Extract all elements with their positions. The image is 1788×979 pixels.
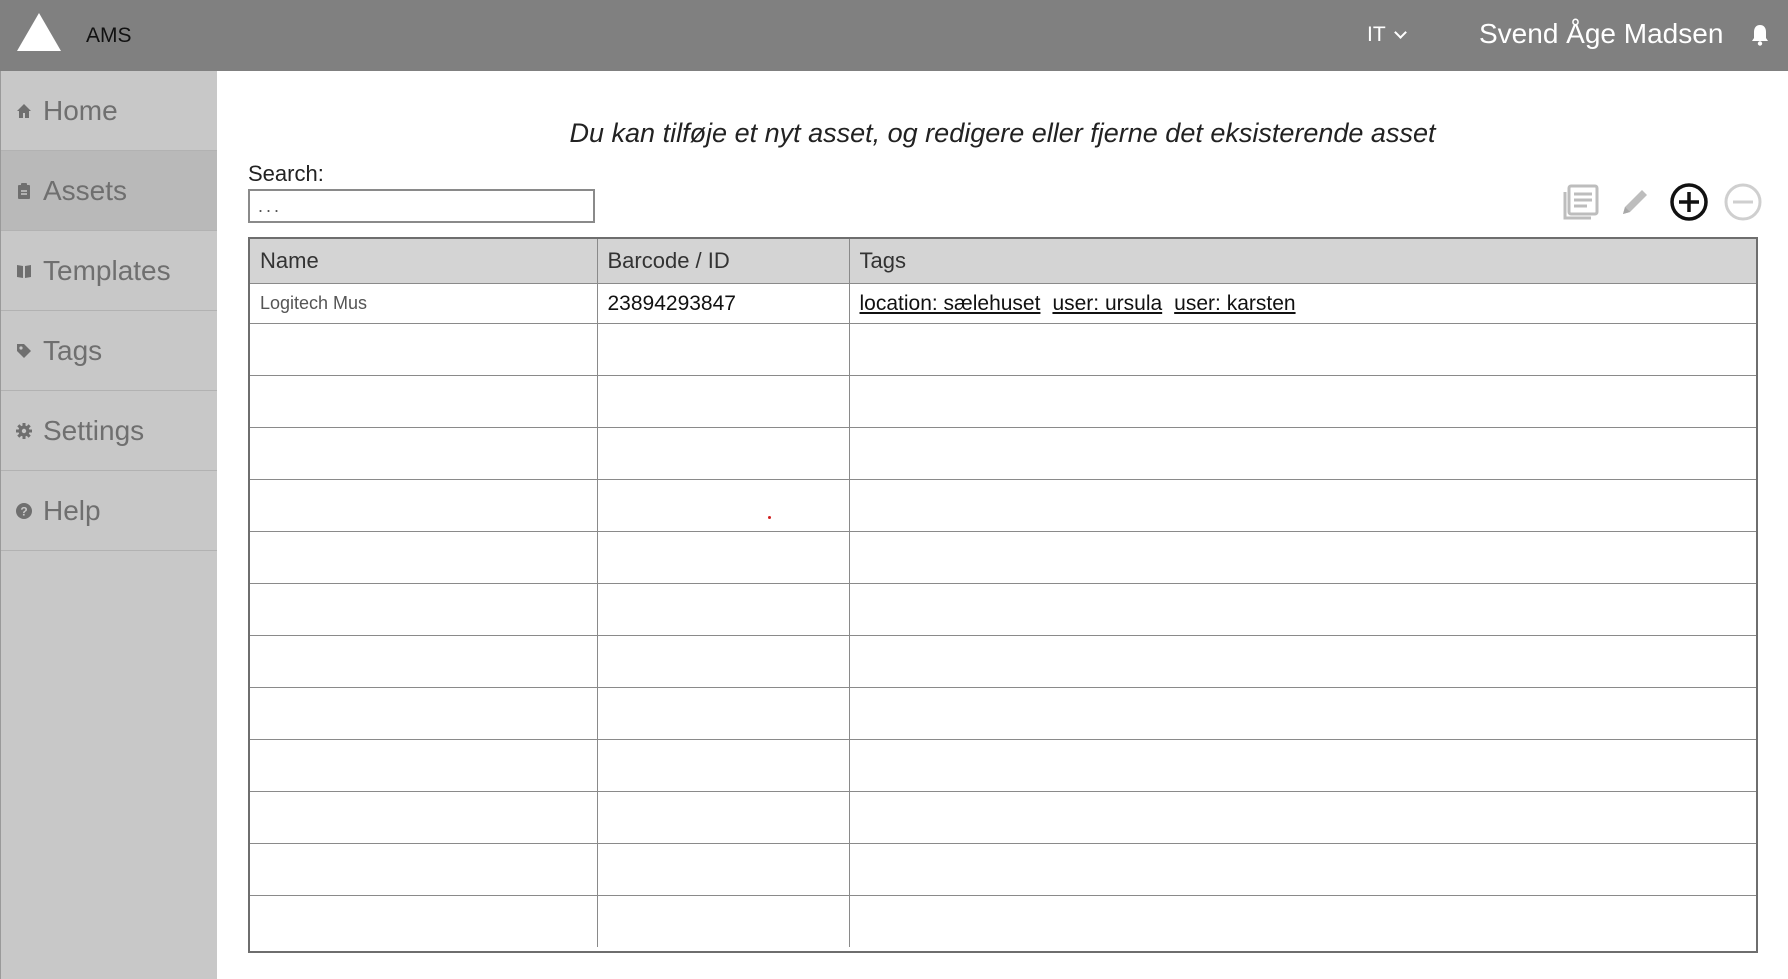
- table-row-empty: [250, 583, 1756, 636]
- table-cell: [250, 843, 598, 896]
- table-cell: [250, 895, 598, 947]
- tag-link[interactable]: location: sælehuset: [860, 292, 1041, 315]
- table-cell: [597, 427, 850, 480]
- assets-table: Name Barcode / ID Tags Logitech Mus 23894…: [248, 237, 1758, 953]
- sidebar-item-label: Home: [43, 94, 118, 126]
- remove-icon[interactable]: [1722, 181, 1764, 223]
- table-cell: [597, 635, 850, 688]
- sidebar-item-assets[interactable]: Assets: [1, 151, 217, 231]
- gear-icon: [15, 422, 33, 440]
- table-cell: [849, 739, 1756, 792]
- add-icon[interactable]: [1668, 181, 1710, 223]
- edit-icon[interactable]: [1614, 181, 1656, 223]
- table-cell: [250, 323, 598, 376]
- table-cell: [849, 635, 1756, 688]
- table-row-empty: [250, 479, 1756, 532]
- sidebar-item-label: Assets: [43, 174, 128, 206]
- toolbar: [1560, 181, 1764, 223]
- table-cell: [597, 687, 850, 740]
- table-row-empty: [250, 791, 1756, 844]
- table-cell: [849, 791, 1756, 844]
- table-cell: [597, 895, 850, 947]
- table-cell: [250, 583, 598, 636]
- table-cell: [849, 375, 1756, 428]
- sidebar-item-label: Templates: [43, 254, 171, 286]
- table-cell: [849, 323, 1756, 376]
- sidebar-item-help[interactable]: ? Help: [1, 471, 217, 551]
- top-bar: AMS IT Svend Åge Madsen: [0, 0, 1788, 71]
- table-row-empty: [250, 635, 1756, 688]
- table-row-empty: [250, 427, 1756, 480]
- table-cell: [597, 791, 850, 844]
- sidebar-item-tags[interactable]: Tags: [1, 311, 217, 391]
- table-cell: [849, 583, 1756, 636]
- department-label: IT: [1367, 23, 1386, 46]
- home-icon: [15, 102, 33, 120]
- sidebar-item-home[interactable]: Home: [1, 71, 217, 151]
- list-icon[interactable]: [1560, 181, 1602, 223]
- table-cell: [597, 843, 850, 896]
- table-cell: [597, 375, 850, 428]
- search-input[interactable]: [248, 189, 595, 223]
- table-cell: [250, 739, 598, 792]
- table-cell: [250, 479, 598, 532]
- svg-text:?: ?: [20, 504, 27, 518]
- column-header-tags[interactable]: Tags: [849, 239, 1756, 284]
- table-row-empty: [250, 895, 1756, 948]
- asset-tags: location: sælehuset user: ursula user: kar…: [849, 283, 1756, 324]
- sidebar-item-templates[interactable]: Templates: [1, 231, 217, 311]
- department-dropdown[interactable]: IT: [1367, 23, 1407, 47]
- table-cell: [597, 323, 850, 376]
- page-subtitle: Du kan tilføje et nyt asset, og redigere…: [569, 118, 1436, 148]
- cursor-dot: [768, 516, 771, 519]
- column-header-barcode[interactable]: Barcode / ID: [597, 239, 850, 284]
- column-header-name[interactable]: Name: [250, 239, 598, 284]
- asset-barcode: 23894293847: [597, 283, 850, 324]
- table-header-row: Name Barcode / ID Tags: [250, 239, 1756, 284]
- book-icon: [15, 262, 33, 280]
- sidebar: Home Assets Templates Tags Settings? Help: [0, 71, 217, 979]
- logo-icon[interactable]: [17, 13, 61, 51]
- table-cell: [250, 375, 598, 428]
- table-cell: [597, 479, 850, 532]
- asset-name: Logitech Mus: [250, 283, 598, 324]
- table-cell: [849, 896, 1756, 948]
- table-cell: [250, 687, 598, 740]
- main-content: Du kan tilføje et nyt asset, og redigere…: [217, 71, 1788, 979]
- table-cell: [597, 739, 850, 792]
- chevron-down-icon: [1393, 25, 1407, 39]
- table-cell: [849, 531, 1756, 584]
- clipboard-icon: [15, 182, 33, 200]
- table-cell: [849, 479, 1756, 532]
- tag-link[interactable]: user: ursula: [1052, 292, 1162, 315]
- help-icon: ?: [15, 502, 33, 520]
- table-row-empty: [250, 739, 1756, 792]
- table-cell: [849, 843, 1756, 896]
- sidebar-item-label: Settings: [43, 414, 145, 446]
- table-row-empty: [250, 843, 1756, 896]
- table-row-empty: [250, 531, 1756, 584]
- search-label: Search:: [248, 161, 324, 186]
- table-row[interactable]: Logitech Mus 23894293847 location: sælehus…: [250, 283, 1756, 324]
- table-cell: [849, 427, 1756, 480]
- sidebar-item-settings[interactable]: Settings: [1, 391, 217, 471]
- table-cell: [250, 791, 598, 844]
- table-cell: [250, 531, 598, 584]
- table-cell: [250, 635, 598, 688]
- sidebar-item-label: Tags: [43, 334, 103, 366]
- tag-link[interactable]: user: karsten: [1174, 292, 1295, 315]
- user-name[interactable]: Svend Åge Madsen: [1479, 18, 1723, 50]
- table-row-empty: [250, 323, 1756, 376]
- table-row-empty: [250, 375, 1756, 428]
- sidebar-item-label: Help: [43, 494, 101, 526]
- table-cell: [849, 687, 1756, 740]
- table-row-empty: [250, 687, 1756, 740]
- app-name: AMS: [86, 24, 132, 47]
- table-cell: [250, 427, 598, 480]
- tag-icon: [15, 342, 33, 360]
- table-cell: [597, 531, 850, 584]
- table-cell: [597, 583, 850, 636]
- bell-icon[interactable]: [1751, 24, 1769, 46]
